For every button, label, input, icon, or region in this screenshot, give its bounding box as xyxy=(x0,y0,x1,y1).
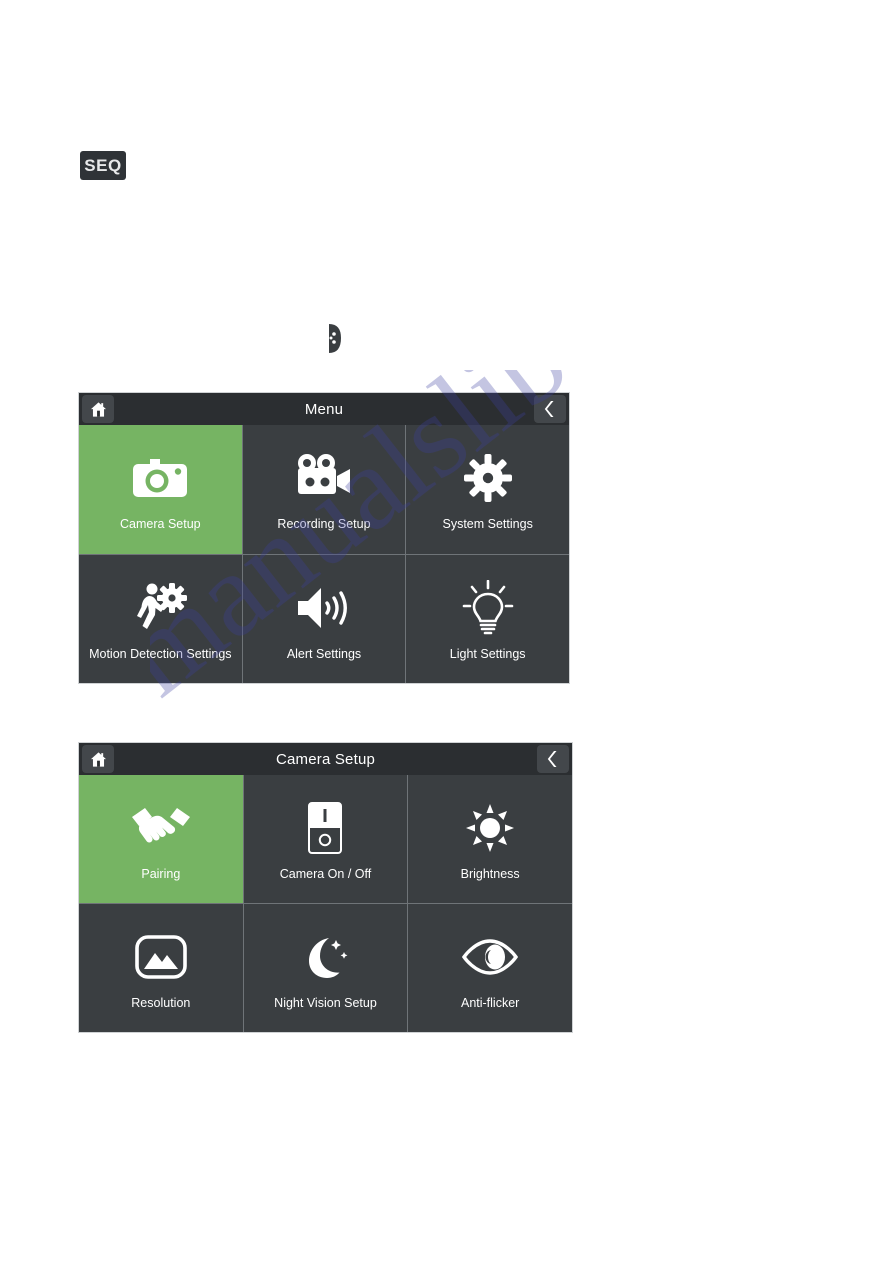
page-title: Camera Setup xyxy=(275,750,376,768)
tile-light-settings[interactable]: Light Settings xyxy=(406,554,569,683)
tile-camera-setup[interactable]: Camera Setup xyxy=(79,425,242,554)
tile-alert-settings[interactable]: Alert Settings xyxy=(242,554,406,683)
handshake-icon xyxy=(129,791,193,865)
tile-motion-detection-settings[interactable]: Motion Detection Settings xyxy=(79,554,242,683)
tile-camera-on-off[interactable]: Camera On / Off xyxy=(243,775,408,903)
tile-resolution[interactable]: Resolution xyxy=(79,904,243,1032)
tile-label: Pairing xyxy=(141,867,181,881)
tile-recording-setup[interactable]: Recording Setup xyxy=(242,425,406,554)
back-chevron-icon[interactable] xyxy=(537,745,569,773)
tile-label: Resolution xyxy=(131,996,191,1010)
panel-header: Camera Setup xyxy=(79,743,572,775)
speaker-waves-icon xyxy=(295,571,353,645)
tile-grid: Camera Setup Recording Setup System Sett… xyxy=(79,425,569,683)
seq-label: SEQ xyxy=(84,155,122,175)
tile-night-vision-setup[interactable]: Night Vision Setup xyxy=(243,904,408,1032)
picture-icon xyxy=(135,920,187,994)
partial-glyph-fragment xyxy=(327,322,341,355)
camera-icon xyxy=(131,441,189,515)
sun-icon xyxy=(466,791,515,865)
tile-label: Camera Setup xyxy=(120,517,201,532)
tile-label: Brightness xyxy=(460,867,520,881)
device-screen-menu: Menu Camera Setup Recording Setup System… xyxy=(79,393,569,683)
tile-label: Night Vision Setup xyxy=(274,996,377,1010)
tile-grid: Pairing Camera On / Off Brightness Resol… xyxy=(79,775,572,1032)
tile-label: Recording Setup xyxy=(277,517,371,532)
tile-label: Anti-flicker xyxy=(460,996,520,1010)
tile-anti-flicker[interactable]: Anti-flicker xyxy=(408,904,572,1032)
home-icon[interactable] xyxy=(82,395,114,423)
tile-label: Camera On / Off xyxy=(279,867,372,881)
back-chevron-icon[interactable] xyxy=(534,395,566,423)
home-icon[interactable] xyxy=(82,745,114,773)
device-screen-camera-setup: Camera Setup Pairing Camera On / Off Bri… xyxy=(79,743,572,1032)
tile-label: Motion Detection Settings xyxy=(89,646,232,661)
lightbulb-icon xyxy=(462,571,514,645)
rocker-switch-icon xyxy=(308,791,343,865)
moon-stars-icon xyxy=(299,920,351,994)
gear-icon xyxy=(463,441,512,515)
eye-icon xyxy=(460,920,520,994)
tile-pairing[interactable]: Pairing xyxy=(79,775,243,903)
page-title: Menu xyxy=(304,400,344,418)
walking-person-gear-icon xyxy=(132,571,188,645)
tile-label: System Settings xyxy=(442,517,533,532)
panel-header: Menu xyxy=(79,393,569,425)
seq-badge: SEQ xyxy=(80,151,126,180)
tile-label: Alert Settings xyxy=(286,646,362,661)
tile-brightness[interactable]: Brightness xyxy=(408,775,572,903)
video-camera-icon xyxy=(293,441,355,515)
tile-system-settings[interactable]: System Settings xyxy=(406,425,569,554)
tile-label: Light Settings xyxy=(449,646,526,661)
